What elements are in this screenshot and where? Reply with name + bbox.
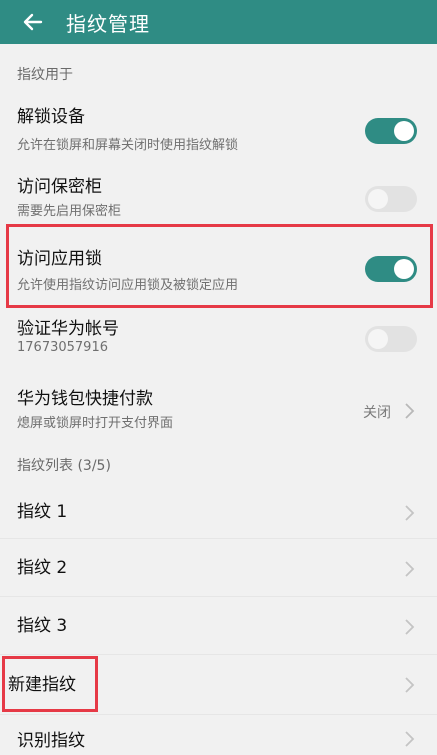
new-fingerprint-label: 新建指纹 xyxy=(8,675,76,695)
fingerprint-item-1[interactable]: 指纹 1 xyxy=(0,482,437,538)
chevron-right-icon xyxy=(405,677,415,693)
setting-wallet-quick-pay[interactable]: 华为钱包快捷付款 熄屏或锁屏时打开支付界面 关闭 xyxy=(0,380,437,436)
setting-subtitle: 允许使用指纹访问应用锁及被锁定应用 xyxy=(17,278,239,293)
fingerprint-item-3[interactable]: 指纹 3 xyxy=(0,598,437,654)
setting-app-lock[interactable]: 访问应用锁 允许使用指纹访问应用锁及被锁定应用 xyxy=(0,232,437,300)
safe-access-toggle[interactable] xyxy=(365,186,417,212)
back-button[interactable] xyxy=(18,7,48,37)
chevron-right-icon xyxy=(405,561,415,577)
divider xyxy=(0,654,437,655)
setting-title: 华为钱包快捷付款 xyxy=(17,389,153,409)
chevron-right-icon xyxy=(405,619,415,635)
arrow-left-icon xyxy=(23,13,43,31)
setting-safe-access[interactable]: 访问保密柜 需要先启用保密柜 xyxy=(0,168,437,224)
wallet-quick-pay-value: 关闭 xyxy=(363,405,391,421)
setting-huawei-account[interactable]: 验证华为帐号 17673057916 xyxy=(0,310,437,362)
fingerprint-label: 指纹 2 xyxy=(17,558,68,578)
setting-unlock-device[interactable]: 解锁设备 允许在锁屏和屏幕关闭时使用指纹解锁 xyxy=(0,98,437,154)
identify-fingerprint-button[interactable]: 识别指纹 xyxy=(0,716,437,755)
setting-title: 访问应用锁 xyxy=(17,249,102,269)
section-header-fingerprints: 指纹列表 (3/5) xyxy=(17,458,111,474)
divider xyxy=(0,596,437,597)
fingerprint-item-2[interactable]: 指纹 2 xyxy=(0,540,437,596)
page-title: 指纹管理 xyxy=(66,11,150,36)
identify-fingerprint-label: 识别指纹 xyxy=(17,731,85,751)
divider xyxy=(0,538,437,539)
toggle-knob xyxy=(394,259,414,279)
fingerprint-label: 指纹 3 xyxy=(17,616,68,636)
divider xyxy=(0,714,437,715)
toggle-knob xyxy=(368,329,388,349)
setting-title: 访问保密柜 xyxy=(17,177,102,197)
setting-title: 验证华为帐号 xyxy=(17,319,119,339)
app-bar: 指纹管理 xyxy=(0,0,437,44)
setting-subtitle: 允许在锁屏和屏幕关闭时使用指纹解锁 xyxy=(17,138,239,153)
chevron-right-icon xyxy=(405,505,415,521)
new-fingerprint-button[interactable]: 新建指纹 xyxy=(0,656,437,712)
setting-subtitle: 熄屏或锁屏时打开支付界面 xyxy=(17,416,174,431)
setting-title: 解锁设备 xyxy=(17,107,85,127)
toggle-knob xyxy=(368,189,388,209)
app-lock-toggle[interactable] xyxy=(365,256,417,282)
huawei-account-toggle[interactable] xyxy=(365,326,417,352)
chevron-right-icon xyxy=(405,731,415,747)
unlock-device-toggle[interactable] xyxy=(365,118,417,144)
account-number: 17673057916 xyxy=(17,340,108,355)
toggle-knob xyxy=(394,121,414,141)
section-header-usage: 指纹用于 xyxy=(17,67,73,83)
chevron-right-icon xyxy=(405,403,415,419)
setting-subtitle: 需要先启用保密柜 xyxy=(17,204,122,219)
fingerprint-label: 指纹 1 xyxy=(17,502,68,522)
